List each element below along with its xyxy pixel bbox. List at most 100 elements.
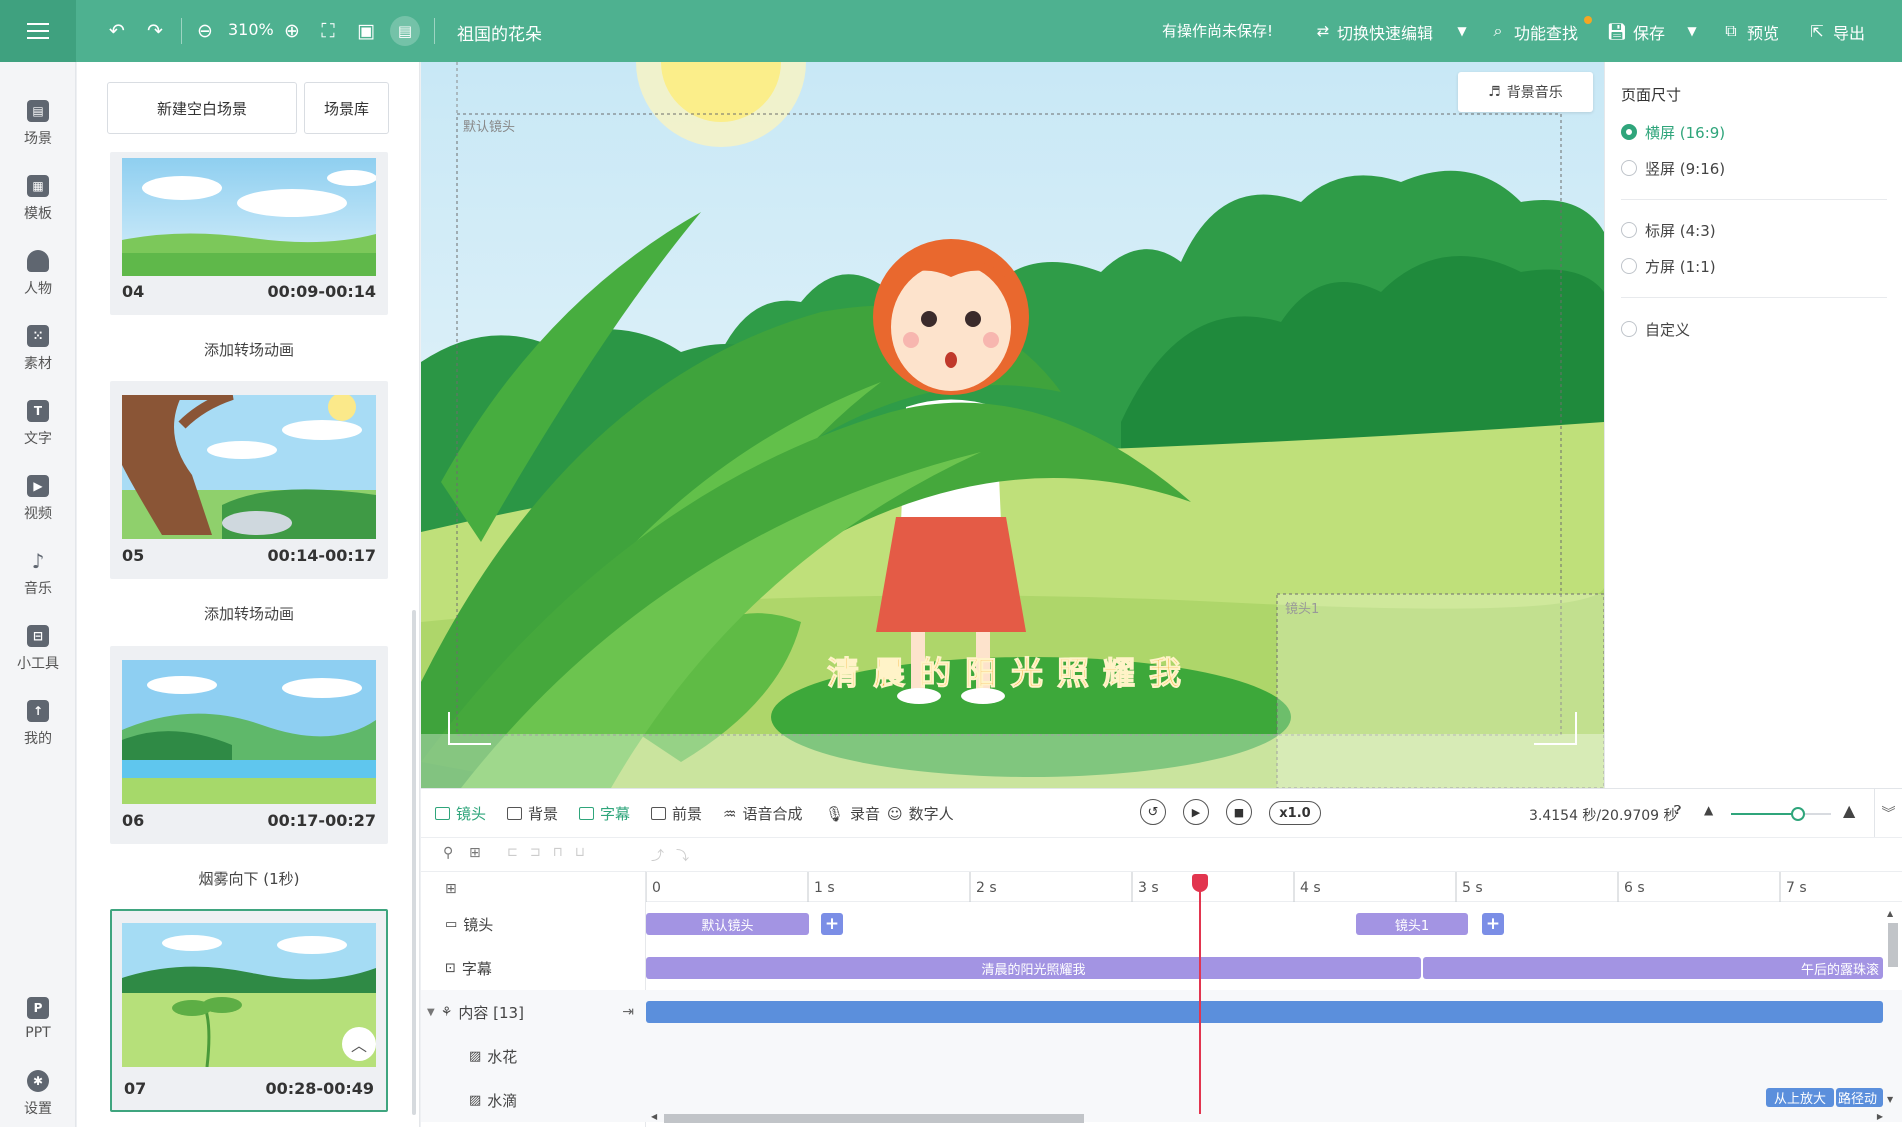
scene-card-07[interactable]: ︿ 07 00:28-00:49 [110, 909, 388, 1112]
scene-card-05[interactable]: 05 00:14-00:17 [110, 381, 388, 579]
option-square[interactable]: 方屏 (1:1) [1645, 256, 1716, 277]
tool-subtitle[interactable]: 字幕 [579, 803, 630, 824]
ruler-icon[interactable]: ▤ [390, 16, 420, 46]
scene-card-04[interactable]: 04 00:09-00:14 [110, 152, 388, 315]
timeline-hscroll[interactable]: ◀ ▶ [651, 1111, 1883, 1125]
option-portrait[interactable]: 竖屏 (9:16) [1645, 158, 1725, 179]
radio-9-16[interactable] [1621, 160, 1637, 176]
tool-tts[interactable]: ♒ 语音合成 [723, 803, 802, 824]
sidebar-item-tools[interactable]: ⊟ 小工具 [0, 617, 76, 681]
radio-16-9[interactable] [1621, 124, 1637, 140]
track-camera[interactable]: ▭ 镜头 [421, 902, 646, 946]
time-ruler[interactable]: 0 1 s 2 s 3 s 4 s 5 s 6 s 7 s [646, 872, 1902, 902]
tracks-grid-icon[interactable]: ⊞ [445, 881, 457, 897]
export-button[interactable]: 导出 [1833, 20, 1865, 44]
tool-record[interactable]: 🎙︎ 录音 [825, 803, 880, 824]
menu-button[interactable] [0, 0, 76, 62]
timeline-vscroll[interactable]: ▲ ▼ [1885, 909, 1899, 1109]
save-button[interactable]: 保存 [1633, 20, 1665, 44]
clip-content-group[interactable] [646, 1001, 1883, 1023]
sidebar-item-music[interactable]: ♪ 音乐 [0, 542, 76, 606]
save-options-chevron-icon[interactable]: ▼ [1682, 18, 1702, 44]
add-transition-button[interactable]: 添加转场动画 [110, 603, 388, 624]
play-icon[interactable]: ▶ [1183, 799, 1209, 825]
replay-icon[interactable]: ↺ [1140, 799, 1166, 825]
scene-card-06[interactable]: 06 00:17-00:27 [110, 646, 388, 844]
track-splash[interactable]: ▨ 水花 [421, 1034, 646, 1078]
video-icon: ▶ [27, 475, 49, 497]
bg-music-button[interactable]: ♬ 背景音乐 [1458, 72, 1593, 112]
clip-subtitle-1[interactable]: 清晨的阳光照耀我 [646, 957, 1421, 979]
redo-icon[interactable]: ↷ [142, 18, 168, 44]
project-title[interactable]: 祖国的花朵 [457, 20, 542, 45]
tool-background[interactable]: 背景 [507, 803, 558, 824]
add-camera-button[interactable]: + [1482, 913, 1504, 935]
clip-camera1[interactable]: 镜头1 [1356, 913, 1468, 935]
radio-custom[interactable] [1621, 321, 1637, 337]
stop-icon[interactable]: ■ [1226, 799, 1252, 825]
tool-foreground[interactable]: 前景 [651, 803, 702, 824]
playhead-handle[interactable] [1192, 874, 1208, 892]
sidebar-item-mine[interactable]: ↑ 我的 [0, 692, 76, 756]
transition-label[interactable]: 烟雾向下 (1秒) [110, 868, 388, 889]
track-droplet[interactable]: ▨ 水滴 [421, 1078, 646, 1122]
scroll-up-icon[interactable]: ︿ [342, 1027, 376, 1061]
zoom-small-icon[interactable]: ▲ [1704, 803, 1713, 817]
tool-digital-human[interactable]: ☺ 数字人 [887, 803, 954, 824]
option-custom[interactable]: 自定义 [1645, 319, 1690, 340]
zoom-in-icon[interactable]: ⊕ [280, 18, 304, 44]
radio-4-3[interactable] [1621, 222, 1637, 238]
tool-camera[interactable]: 镜头 [435, 803, 486, 824]
clip-anim-zoom[interactable]: 从上放大 [1766, 1088, 1834, 1107]
preview-button[interactable]: 预览 [1747, 20, 1779, 44]
editing-canvas[interactable]: 清晨的阳光照耀我 默认镜头 镜头1 ♬ 背景音乐 [421, 62, 1604, 788]
track-label: 内容 [13] [458, 1003, 524, 1022]
sidebar-item-template[interactable]: ▦ 模板 [0, 167, 76, 231]
zoom-out-icon[interactable]: ⊖ [193, 18, 217, 44]
option-landscape[interactable]: 横屏 (16:9) [1645, 122, 1725, 143]
tick-label: 2 s [976, 880, 997, 896]
clip-anim-path[interactable]: 路径动 [1836, 1088, 1883, 1107]
track-subtitle[interactable]: ⊡ 字幕 [421, 946, 646, 990]
radio-1-1[interactable] [1621, 258, 1637, 274]
undo-icon[interactable]: ↶ [104, 18, 130, 44]
sidebar-item-material[interactable]: ⁙ 素材 [0, 317, 76, 381]
track-content[interactable]: ▼ ⚘ 内容 [13] ⇥ [421, 990, 646, 1034]
slider-handle[interactable] [1791, 807, 1805, 821]
background-icon [507, 807, 522, 820]
image-icon: ▨ [469, 1048, 482, 1064]
add-transition-button[interactable]: 添加转场动画 [110, 339, 388, 360]
collapse-group-icon[interactable]: ⇥ [622, 1004, 634, 1020]
help-icon[interactable]: ❓︎ [1674, 803, 1681, 818]
scene-library-button[interactable]: 场景库 [304, 82, 389, 134]
sidebar-item-label: 我的 [24, 731, 52, 747]
timeline-zoom-slider[interactable] [1731, 807, 1831, 821]
fit-screen-icon[interactable]: ⛶ [316, 18, 340, 44]
clip-default-camera[interactable]: 默认镜头 [646, 913, 809, 935]
sidebar-item-ppt[interactable]: P PPT [0, 987, 76, 1051]
speed-button[interactable]: x1.0 [1269, 801, 1321, 825]
sidebar-item-scene[interactable]: ▤ 场景 [0, 92, 76, 156]
sidebar-item-video[interactable]: ▶ 视频 [0, 467, 76, 531]
new-blank-scene-button[interactable]: 新建空白场景 [107, 82, 297, 134]
sidebar-item-settings[interactable]: ✱ 设置 [0, 1062, 76, 1126]
switch-quick-edit-button[interactable]: 切换快速编辑 [1337, 20, 1433, 44]
sidebar-item-text[interactable]: T 文字 [0, 392, 76, 456]
actual-size-icon[interactable]: ▣ [354, 18, 378, 44]
clip-subtitle-2[interactable]: 午后的露珠滚 [1423, 957, 1883, 979]
feature-search-button[interactable]: 功能查找 [1514, 20, 1578, 44]
zoom-large-icon[interactable]: ▲ [1843, 801, 1855, 820]
chevron-down-icon[interactable]: ▼ [1452, 18, 1472, 44]
group-icon[interactable]: ⊞ [469, 845, 481, 861]
add-camera-button[interactable]: + [821, 913, 843, 935]
tool-label: 镜头 [456, 805, 487, 823]
tool-label: 数字人 [908, 805, 954, 823]
sidebar-item-person[interactable]: 人物 [0, 242, 76, 306]
sidebar-item-label: 设置 [24, 1101, 52, 1117]
tool-label: 前景 [672, 805, 703, 823]
filter-icon[interactable]: ⚲ [443, 845, 453, 861]
option-standard[interactable]: 标屏 (4:3) [1645, 220, 1716, 241]
scene-panel-scrollbar[interactable] [412, 610, 416, 1115]
collapse-timeline-icon[interactable]: ︾ [1874, 789, 1902, 837]
playhead[interactable] [1192, 874, 1208, 1114]
